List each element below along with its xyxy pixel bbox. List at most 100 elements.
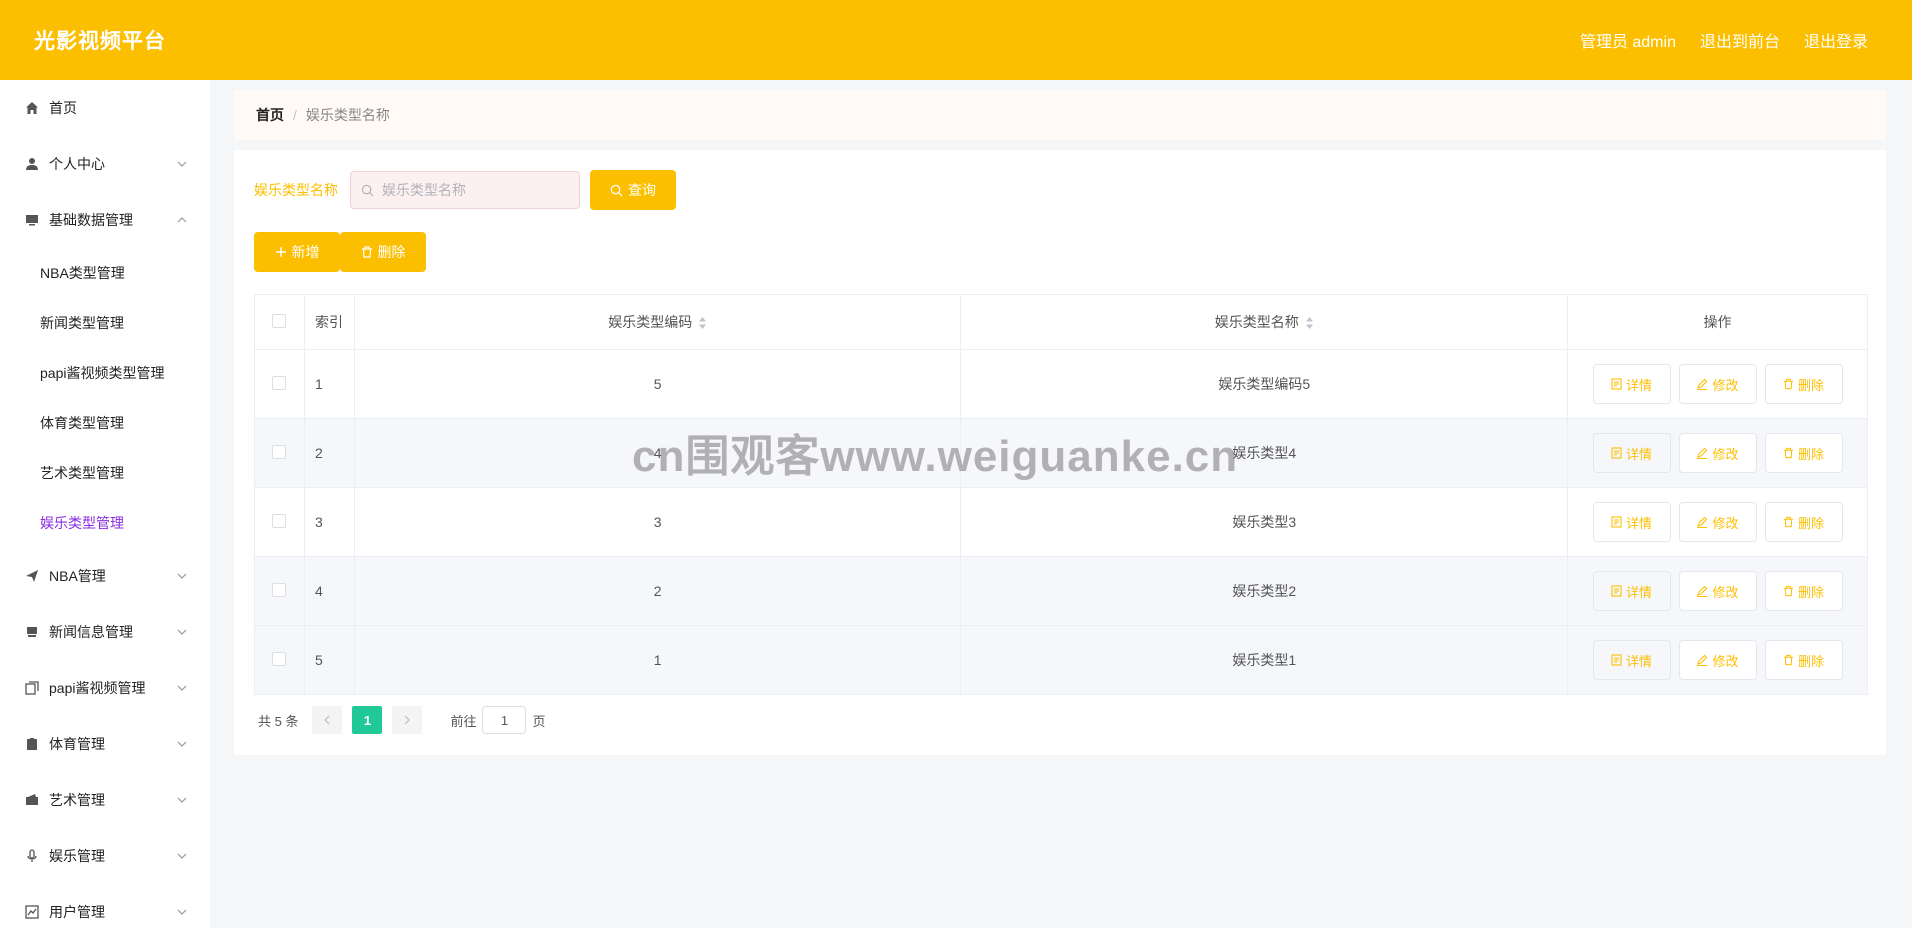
delete-button[interactable]: 删除 xyxy=(1764,364,1843,404)
chevron-down-icon xyxy=(177,741,187,747)
row-name: 娱乐类型3 xyxy=(960,487,1568,557)
document-icon xyxy=(1611,516,1622,528)
batch-delete-button[interactable]: 删除 xyxy=(340,232,426,272)
edit-icon xyxy=(1697,654,1708,666)
edit-button[interactable]: 修改 xyxy=(1678,571,1757,611)
header-links: 管理员 admin 退出到前台 退出登录 xyxy=(1580,28,1868,52)
edit-button[interactable]: 修改 xyxy=(1678,364,1757,404)
sidebar-sub-entertainment-type[interactable]: 娱乐类型管理 xyxy=(0,498,210,548)
action-row: 新增 删除 xyxy=(254,232,426,272)
detail-button[interactable]: 详情 xyxy=(1592,502,1671,542)
next-page-button[interactable] xyxy=(392,706,423,734)
edit-button[interactable]: 修改 xyxy=(1678,433,1757,473)
chevron-down-icon xyxy=(177,853,187,859)
row-index: 1 xyxy=(303,349,355,419)
sidebar-item-sports[interactable]: 体育管理 xyxy=(0,716,210,772)
sidebar-item-entertainment[interactable]: 娱乐管理 xyxy=(0,828,210,884)
header-code-cell[interactable]: 娱乐类型编码 xyxy=(353,294,962,350)
pagination: 共 5 条 1 前往 1 页 xyxy=(258,706,546,734)
header-index: 索引 xyxy=(303,294,355,350)
user-icon xyxy=(24,156,40,172)
top-header: 光影视频平台 管理员 admin 退出到前台 退出登录 xyxy=(0,0,1912,80)
delete-button[interactable]: 删除 xyxy=(1764,433,1843,473)
detail-button[interactable]: 详情 xyxy=(1592,364,1671,404)
goto-page-input[interactable]: 1 xyxy=(482,706,527,734)
goto-suffix: 页 xyxy=(532,713,546,729)
delete-button-label: 删除 xyxy=(1797,515,1824,531)
row-name: 娱乐类型4 xyxy=(960,418,1568,488)
sidebar-item-nba[interactable]: NBA管理 xyxy=(0,548,210,604)
logout-link[interactable]: 退出登录 xyxy=(1804,28,1868,52)
edit-button-label: 修改 xyxy=(1712,515,1739,531)
search-input[interactable]: 娱乐类型名称 xyxy=(350,171,580,209)
chevron-down-icon xyxy=(177,161,187,167)
sidebar-item-profile[interactable]: 个人中心 xyxy=(0,136,210,192)
row-checkbox[interactable] xyxy=(272,582,287,597)
edit-icon xyxy=(1697,447,1708,459)
row-index: 5 xyxy=(303,625,355,695)
delete-button-label: 删除 xyxy=(1797,653,1824,669)
sidebar-item-label: NBA管理 xyxy=(49,568,106,584)
sidebar-item-home[interactable]: 首页 xyxy=(0,80,210,136)
page-number-current[interactable]: 1 xyxy=(352,706,383,734)
row-code: 5 xyxy=(353,349,962,419)
delete-button-label: 删除 xyxy=(1797,584,1824,600)
clipboard-icon xyxy=(24,736,40,752)
trash-icon xyxy=(1783,585,1794,597)
sidebar-item-label: papi酱视频管理 xyxy=(49,680,146,696)
sidebar-item-papi[interactable]: papi酱视频管理 xyxy=(0,660,210,716)
breadcrumb-current: 娱乐类型名称 xyxy=(305,107,390,123)
admin-user-link[interactable]: 管理员 admin xyxy=(1580,28,1676,52)
edit-button[interactable]: 修改 xyxy=(1678,640,1757,680)
brand-title: 光影视频平台 xyxy=(34,30,166,53)
row-checkbox[interactable] xyxy=(272,651,287,666)
sidebar-sub-sports-type[interactable]: 体育类型管理 xyxy=(0,398,210,448)
row-checkbox[interactable] xyxy=(272,444,287,459)
trash-icon xyxy=(1783,516,1794,528)
delete-button-label: 删除 xyxy=(1797,446,1824,462)
delete-button[interactable]: 删除 xyxy=(1764,571,1843,611)
detail-button[interactable]: 详情 xyxy=(1592,571,1671,611)
sidebar-sub-papi-type[interactable]: papi酱视频类型管理 xyxy=(0,348,210,398)
sidebar-item-users[interactable]: 用户管理 xyxy=(0,884,210,928)
row-index: 4 xyxy=(303,556,355,626)
query-button[interactable]: 查询 xyxy=(590,170,676,210)
sidebar-item-news[interactable]: 新闻信息管理 xyxy=(0,604,210,660)
delete-button-label: 删除 xyxy=(1797,377,1824,393)
detail-button[interactable]: 详情 xyxy=(1592,433,1671,473)
delete-button[interactable]: 删除 xyxy=(1764,502,1843,542)
sidebar-sub-art-type[interactable]: 艺术类型管理 xyxy=(0,448,210,498)
breadcrumb-home[interactable]: 首页 xyxy=(256,105,284,125)
sort-icon[interactable] xyxy=(1305,316,1314,330)
prev-page-button[interactable] xyxy=(312,706,343,734)
sidebar-item-label: 娱乐管理 xyxy=(49,848,105,864)
sidebar-item-basic-data[interactable]: 基础数据管理 xyxy=(0,192,210,248)
sidebar-sub-news-type[interactable]: 新闻类型管理 xyxy=(0,298,210,348)
sidebar-sub-nba-type[interactable]: NBA类型管理 xyxy=(0,248,210,298)
chevron-down-icon xyxy=(177,685,187,691)
header-actions: 操作 xyxy=(1567,294,1868,350)
detail-button-label: 详情 xyxy=(1625,446,1652,462)
sidebar-item-art[interactable]: 艺术管理 xyxy=(0,772,210,828)
row-checkbox[interactable] xyxy=(272,513,287,528)
edit-icon xyxy=(1697,585,1708,597)
sidebar-item-label: 新闻信息管理 xyxy=(49,624,133,640)
detail-button[interactable]: 详情 xyxy=(1592,640,1671,680)
header-name-cell[interactable]: 娱乐类型名称 xyxy=(960,294,1568,350)
sort-icon[interactable] xyxy=(698,316,707,330)
chevron-down-icon xyxy=(177,797,187,803)
back-to-frontend-link[interactable]: 退出到前台 xyxy=(1700,28,1780,52)
add-button[interactable]: 新增 xyxy=(254,232,340,272)
trash-icon xyxy=(1783,447,1794,459)
select-all-checkbox[interactable] xyxy=(272,313,287,328)
trash-icon xyxy=(361,246,372,258)
sidebar-item-label: 首页 xyxy=(49,100,77,116)
document-icon xyxy=(1611,585,1622,597)
row-checkbox[interactable] xyxy=(272,375,287,390)
send-icon xyxy=(24,568,40,584)
edit-button[interactable]: 修改 xyxy=(1678,502,1757,542)
goto-label: 前往 xyxy=(450,713,477,729)
edit-button-label: 修改 xyxy=(1712,584,1739,600)
delete-button[interactable]: 删除 xyxy=(1764,640,1843,680)
printer-icon xyxy=(24,624,40,640)
